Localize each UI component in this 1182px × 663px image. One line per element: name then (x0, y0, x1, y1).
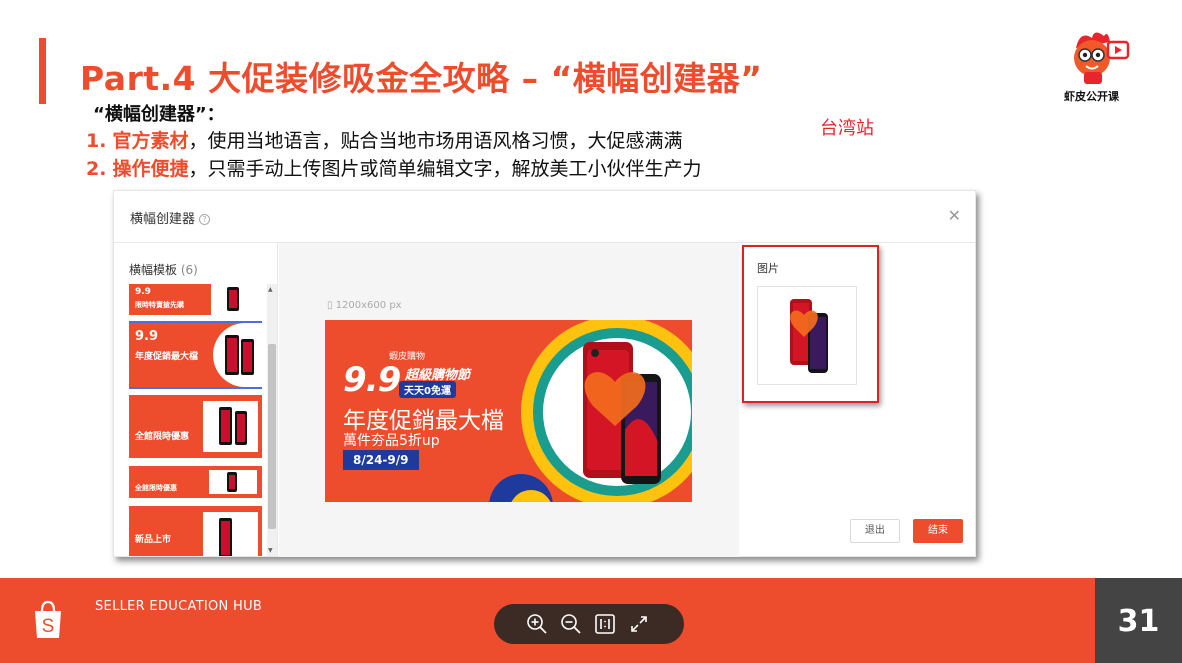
banner-dates: 8/24-9/9 (343, 450, 419, 470)
region-label: 台湾站 (820, 118, 874, 139)
brand-caption: 虾皮公开课 (1064, 90, 1119, 103)
image-highlight-box (742, 245, 879, 403)
bullet-text: ，只需手动上传图片或简单编辑文字，解放美工小伙伴生产力 (188, 158, 702, 180)
dialog-header: 横幅创建器? ✕ (114, 191, 975, 243)
templates-count: (6) (180, 263, 198, 277)
bullet-number: 2. (86, 158, 107, 180)
slide-subtitle: “横幅创建器”： (93, 104, 225, 125)
dialog-title: 横幅创建器? (130, 208, 211, 227)
template-list: 9.9 限時特賣搶先購 9.9 年度促銷最大檔 全館限時優惠 全館限時優惠 新品… (129, 284, 262, 556)
bullet-text: ，使用当地语言，贴合当地市场用语风格习惯，大促感满满 (188, 130, 683, 152)
viewer-toolbar (494, 604, 684, 644)
templates-heading: 横幅模板 (6) (129, 261, 198, 278)
svg-text:S: S (42, 616, 55, 637)
canvas-size-label: ▯ 1200x600 px (327, 300, 402, 311)
dialog-title-text: 横幅创建器 (130, 212, 196, 227)
banner-subline: 萬件夯品5折up (343, 433, 440, 449)
template-text: 新品上市 (135, 535, 172, 545)
zoom-out-icon[interactable] (560, 613, 582, 635)
bullet-highlight: 官方素材 (112, 130, 189, 152)
canvas-size-text: 1200x600 px (335, 300, 402, 311)
finish-button[interactable]: 结束 (913, 519, 963, 543)
banner-free-shipping: 天天0免運 (399, 381, 456, 398)
template-text: 年度促銷最大檔 (135, 352, 199, 362)
banner-preview[interactable]: 蝦皮購物 9.9 超級購物節 天天0免運 年度促銷最大檔 萬件夯品5折up 8/… (325, 320, 692, 502)
banner-canvas: ▯ 1200x600 px 蝦皮購物 9.9 超級購物節 天天0免運 年度促銷最… (279, 243, 739, 557)
bullet-item: 2. 操作便捷，只需手动上传图片或简单编辑文字，解放美工小伙伴生产力 (86, 155, 702, 183)
title-accent-bar (39, 38, 46, 104)
template-thumbnail[interactable]: 新品上市 (129, 506, 262, 556)
slide-title: Part.4 大促装修吸金全攻略 – “横幅创建器” (80, 59, 763, 98)
actual-size-icon[interactable] (594, 613, 616, 635)
zoom-in-icon[interactable] (526, 613, 548, 635)
bullet-item: 1. 官方素材，使用当地语言，贴合当地市场用语风格习惯，大促感满满 (86, 127, 702, 155)
template-text: 全館限時優惠 (135, 432, 190, 442)
scroll-thumb[interactable] (268, 344, 276, 529)
ruler-icon: ▯ (327, 300, 336, 311)
template-text: 全館限時優惠 (135, 484, 177, 492)
template-thumbnail[interactable]: 全館限時優惠 (129, 395, 262, 458)
fullscreen-icon[interactable] (628, 613, 650, 635)
banner-big-number: 9.9 (343, 360, 401, 400)
shopee-bag-icon: S (35, 600, 61, 638)
template-thumbnail[interactable]: 9.9 限時特賣搶先購 (129, 284, 262, 315)
template-thumbnail[interactable]: 全館限時優惠 (129, 466, 262, 498)
bullet-list: 1. 官方素材，使用当地语言，贴合当地市场用语风格习惯，大促感满满 2. 操作便… (86, 127, 702, 183)
bullet-number: 1. (86, 130, 107, 152)
bullet-highlight: 操作便捷 (112, 158, 189, 180)
templates-heading-label: 横幅模板 (129, 263, 178, 277)
template-thumbnail[interactable]: 9.9 年度促銷最大檔 (129, 321, 262, 389)
dialog-actions: 退出 结束 (849, 518, 963, 543)
question-circle-icon[interactable]: ? (199, 214, 211, 225)
close-icon[interactable]: ✕ (948, 206, 961, 225)
template-panel: 横幅模板 (6) 9.9 限時特賣搶先購 9.9 年度促銷最大檔 全館限時優惠 (114, 243, 278, 557)
page-number-box: 31 (1095, 578, 1182, 663)
exit-button[interactable]: 退出 (849, 519, 900, 543)
template-scrollbar[interactable]: ▲ ▼ (267, 284, 277, 556)
page-number: 31 (1117, 604, 1160, 639)
template-text: 限時特賣搶先購 (135, 301, 184, 309)
seller-education-hub-label: SELLER EDUCATION HUB (95, 599, 263, 614)
